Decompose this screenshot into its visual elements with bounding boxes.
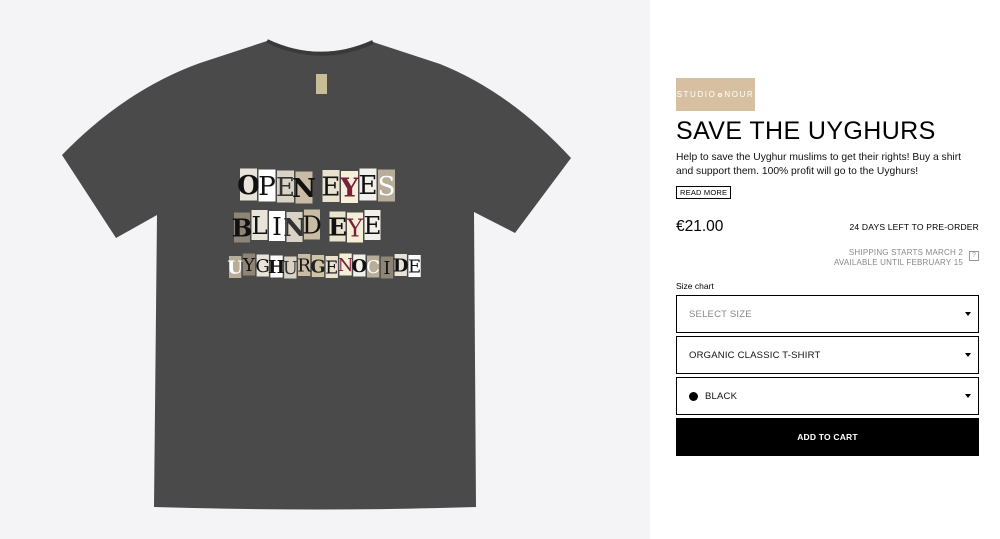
chevron-down-icon [965,353,971,357]
ransom-letter: Y [242,255,256,276]
ransom-letter: U [227,258,243,279]
ransom-letter: O [351,256,367,277]
tshirt-label [316,74,327,94]
size-select-value: SELECT SIZE [689,308,752,320]
ransom-letter: D [393,256,409,277]
ransom-letter: Y [346,214,364,243]
size-chart-link[interactable]: Size chart [676,281,714,292]
style-select[interactable]: ORGANIC CLASSIC T-SHIRT [676,336,979,374]
ransom-letter: E [364,211,382,240]
brand-separator-icon [718,92,723,97]
color-swatch-icon [689,391,698,401]
product-title: SAVE THE UYGHURS [676,117,936,145]
help-icon[interactable]: ? [969,251,979,261]
ransom-letter: E [358,171,377,201]
ransom-letter: O [237,170,260,201]
preorder-countdown: 24 DAYS LEFT TO PRE-ORDER [849,222,979,232]
product-description: Help to save the Uyghur muslims to get t… [676,152,961,177]
chevron-down-icon [965,312,971,316]
style-select-value: ORGANIC CLASSIC T-SHIRT [689,349,821,361]
tshirt-image: OP EN E Y E SBL I ND E Y EU Y GHU R G E NO C I D E [62,39,571,510]
read-more-button[interactable]: READ MORE [676,186,732,199]
product-image-panel: OPENEYESBLINDEYEUYGHURGENOCIDE [0,0,650,539]
color-select-value: BLACK [705,390,738,402]
add-to-cart-button[interactable]: ADD TO CART [676,418,979,456]
ransom-letter: P [258,172,276,202]
ransom-letter: E [325,258,338,279]
size-select[interactable]: SELECT SIZE [676,295,979,333]
product-info: STUDIO NOUR SAVE THE UYGHURS Help to sav… [676,0,979,539]
ransom-letter: Y [339,173,359,204]
ransom-letter: L [251,211,267,240]
ransom-letter: G [310,257,325,278]
ransom-letter: I [272,212,282,241]
ransom-letter: U [283,258,298,279]
ransom-letter: E [321,173,340,203]
ransom-letter: E [328,213,347,242]
ransom-letter: E [408,257,421,278]
ransom-letter: N [292,173,316,204]
shipping-info: SHIPPING STARTS MARCH 2 AVAILABLE UNTIL … [834,248,963,267]
ransom-letter: C [366,257,380,278]
color-select[interactable]: BLACK [676,377,979,415]
brand-logo[interactable]: STUDIO NOUR [676,78,755,111]
chevron-down-icon [965,394,971,398]
brand-name-left: STUDIO [676,90,717,99]
shipping-start: SHIPPING STARTS MARCH 2 [848,248,963,257]
ransom-letter: I [383,258,390,279]
availability-end: AVAILABLE UNTIL FEBRUARY 15 [833,257,963,267]
product-price: €21.00 [676,218,724,235]
ransom-letter: B [232,214,253,243]
ransom-letter: D [302,211,322,240]
brand-name-right: NOUR [724,90,755,99]
ransom-letter: S [378,172,396,202]
